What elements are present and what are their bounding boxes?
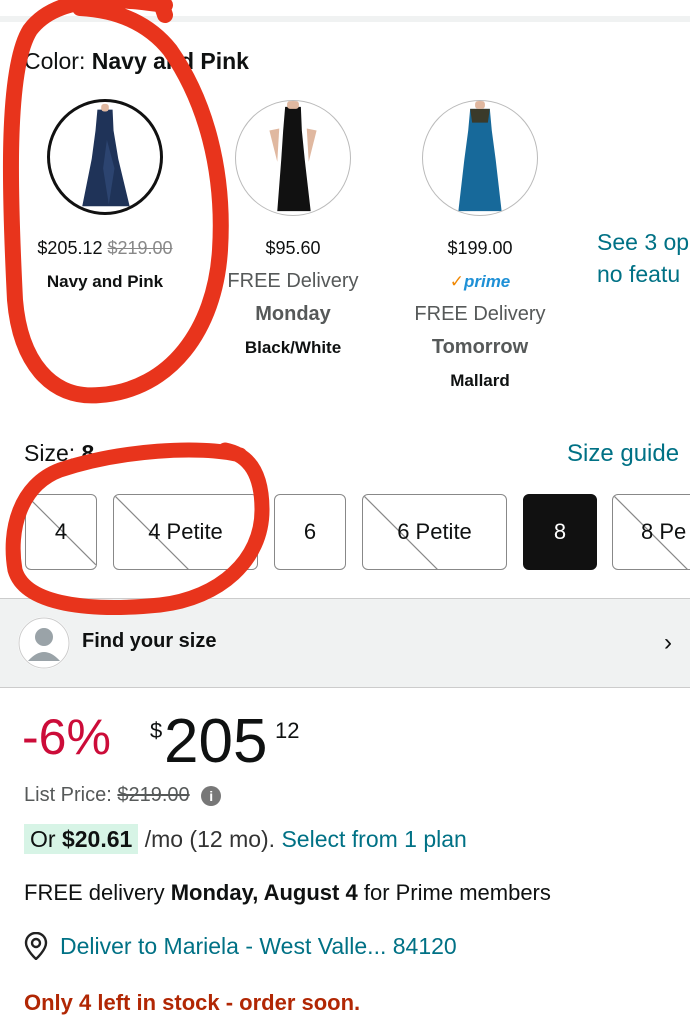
color-selected-value: Navy and Pink: [91, 48, 249, 74]
dress-image: [82, 103, 130, 207]
find-your-size-row[interactable]: Find your size ›: [0, 598, 690, 688]
chevron-right-icon: ›: [664, 629, 672, 656]
size-label: Size:: [24, 440, 76, 466]
list-price-label: List Price:: [24, 784, 112, 806]
prime-badge: ✓prime: [449, 272, 511, 291]
find-your-size-label: Find your size: [82, 630, 217, 652]
color-heading: Color: Navy and Pink: [24, 48, 249, 75]
option-price: $95.60: [265, 238, 321, 258]
list-price-row: List Price: $219.00 i: [24, 784, 222, 807]
option-name: Black/White: [244, 338, 342, 357]
price-whole: 205: [164, 707, 268, 776]
financing-term: /mo (12 mo).: [144, 826, 276, 852]
deliver-to-text: Deliver to Mariela - West Valle... 84120: [60, 932, 457, 959]
dress-image: [458, 101, 502, 212]
option-delivery: FREE Delivery: [227, 270, 359, 292]
monthly-badge: Or $20.61: [24, 824, 139, 854]
delivery-info: FREE delivery Monday, August 4 for Prime…: [24, 880, 551, 905]
option-name: Navy and Pink: [46, 272, 164, 291]
color-swatch-mallard[interactable]: [422, 100, 538, 216]
color-swatch-black-white[interactable]: [235, 100, 351, 216]
size-option-4[interactable]: 4: [25, 494, 97, 570]
list-price-value: $219.00: [117, 784, 190, 806]
option-delivery-day: Tomorrow: [431, 336, 529, 358]
option-delivery-day: Monday: [255, 303, 331, 325]
option-delivery: FREE Delivery: [414, 303, 546, 325]
size-option-6-petite[interactable]: 6 Petite: [362, 494, 507, 570]
option-list-price: $219.00: [107, 238, 173, 258]
size-guide-link[interactable]: Size guide: [567, 440, 679, 468]
option-name: Mallard: [450, 371, 510, 390]
color-option-2[interactable]: $95.60 FREE Delivery Monday Black/White: [198, 232, 388, 364]
price-fraction: 12: [275, 718, 300, 743]
size-option-8-petite[interactable]: 8 Pe: [612, 494, 690, 570]
select-plan-link[interactable]: Select from 1 plan: [281, 826, 466, 852]
option-price: $205.12: [37, 238, 103, 258]
discount-percent: -6%: [22, 709, 111, 765]
stock-status: Only 4 left in stock - order soon.: [24, 990, 361, 1015]
location-pin-icon: [24, 932, 48, 960]
color-option-3[interactable]: $199.00 ✓prime FREE Delivery Tomorrow Ma…: [385, 232, 575, 397]
dress-image: [269, 101, 317, 212]
color-option-1[interactable]: $205.12 $219.00 Navy and Pink: [10, 232, 200, 298]
size-heading: Size: 8: [24, 440, 94, 467]
color-label: Color:: [24, 48, 86, 74]
top-divider: [0, 0, 690, 22]
deliver-to-link[interactable]: Deliver to Mariela - West Valle... 84120: [24, 932, 457, 960]
info-icon[interactable]: i: [201, 785, 222, 806]
see-more-options-link[interactable]: See 3 op no featu: [597, 226, 689, 290]
color-swatch-navy-pink[interactable]: [47, 99, 163, 215]
size-selected-value: 8: [81, 440, 95, 466]
option-price: $199.00: [447, 238, 513, 258]
avatar-icon: [18, 617, 70, 669]
size-option-8[interactable]: 8: [523, 494, 597, 570]
size-option-6[interactable]: 6: [274, 494, 346, 570]
size-option-4-petite[interactable]: 4 Petite: [113, 494, 258, 570]
financing-row: Or $20.61 /mo (12 mo). Select from 1 pla…: [24, 824, 467, 854]
price-currency: $: [150, 718, 163, 743]
